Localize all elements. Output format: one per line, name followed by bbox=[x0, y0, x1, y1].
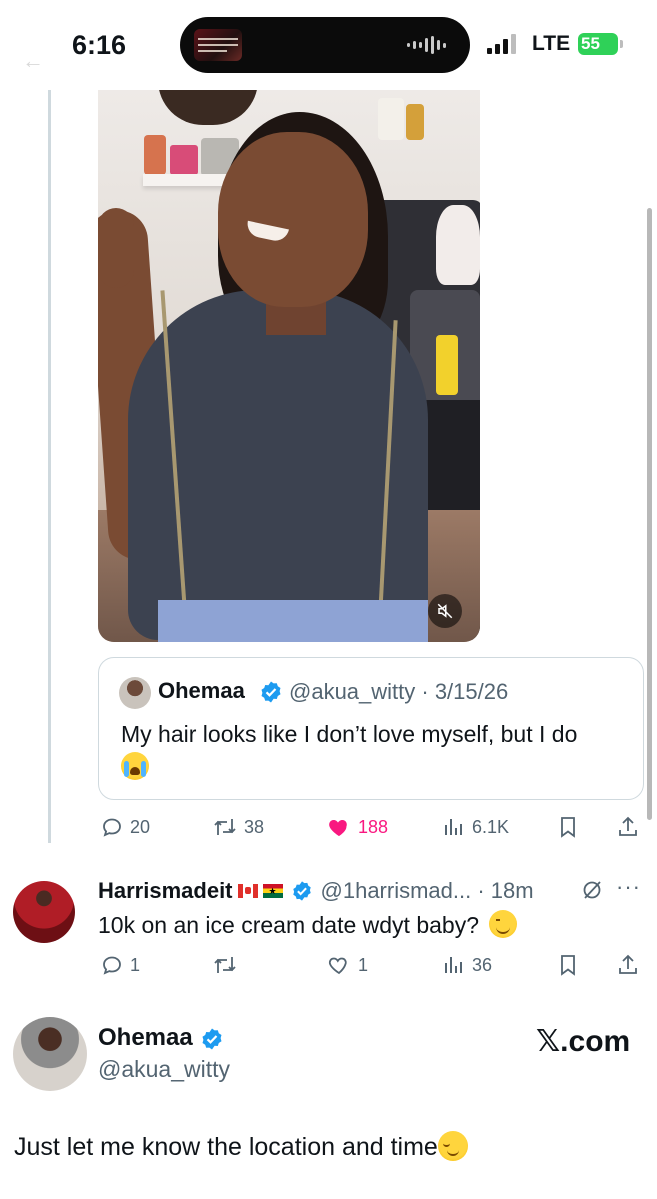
smiling-emoji-icon bbox=[489, 910, 518, 938]
quoted-post-text: My hair looks like I don’t love myself, … bbox=[121, 718, 631, 784]
bookmark-icon bbox=[561, 817, 575, 838]
mute-icon bbox=[437, 603, 453, 619]
reply-handle-time: @1harrismad... · 18m bbox=[320, 878, 534, 903]
audio-waveform-icon bbox=[407, 36, 446, 54]
like-button[interactable]: 1 bbox=[326, 950, 368, 980]
crying-emoji-icon bbox=[121, 752, 149, 780]
reply-author-name: Harrismadeit bbox=[98, 878, 233, 903]
views-count: 6.1K bbox=[472, 816, 510, 837]
share-button[interactable] bbox=[616, 812, 640, 842]
quoted-handle-date: @akua_witty · 3/15/26 bbox=[289, 679, 509, 704]
bookmark-icon bbox=[561, 955, 575, 976]
back-arrow-icon[interactable]: ← bbox=[22, 48, 44, 74]
author-name: Ohemaa bbox=[98, 1024, 193, 1051]
now-playing-artwork bbox=[194, 29, 242, 61]
share-icon bbox=[619, 954, 637, 974]
views-icon bbox=[445, 957, 462, 973]
reply-button[interactable]: 1 bbox=[100, 950, 140, 980]
reply-icon bbox=[103, 956, 121, 975]
cellular-signal-icon bbox=[487, 32, 516, 54]
repost-button[interactable]: 38 bbox=[212, 812, 264, 842]
video-person-hand bbox=[98, 208, 134, 288]
avatar[interactable] bbox=[13, 881, 75, 943]
battery-indicator: 55 bbox=[578, 33, 618, 55]
views-button[interactable]: 6.1K bbox=[442, 812, 509, 842]
views-icon bbox=[445, 819, 462, 835]
repost-icon bbox=[214, 957, 236, 973]
verified-icon bbox=[261, 681, 281, 703]
grok-icon[interactable] bbox=[580, 878, 604, 902]
network-type: LTE bbox=[532, 32, 571, 55]
bookmark-button[interactable] bbox=[556, 812, 580, 842]
reply-icon bbox=[103, 818, 121, 837]
ghana-flag-icon bbox=[262, 884, 283, 898]
video-shelf-item bbox=[144, 135, 166, 175]
battery-tip-icon bbox=[620, 40, 623, 48]
repost-count: 38 bbox=[244, 816, 265, 837]
views-count: 36 bbox=[472, 954, 493, 975]
verified-icon bbox=[292, 881, 311, 901]
canada-flag-icon bbox=[237, 884, 258, 898]
like-count: 188 bbox=[358, 816, 389, 837]
status-bar: ← 6:16 LTE 55 bbox=[0, 0, 657, 90]
views-button[interactable]: 36 bbox=[442, 950, 492, 980]
x-watermark: 𝕏.com bbox=[536, 1025, 631, 1058]
reply-action-bar: 1 1 36 bbox=[98, 950, 643, 980]
repost-icon bbox=[214, 819, 236, 835]
video-bottle bbox=[436, 335, 458, 395]
author-handle: @akua_witty bbox=[98, 1056, 231, 1082]
scroll-indicator[interactable] bbox=[647, 208, 652, 820]
more-icon[interactable]: ··· bbox=[616, 874, 641, 900]
post-text-content: Just let me know the location and time bbox=[14, 1133, 438, 1161]
like-count: 1 bbox=[358, 954, 369, 975]
video-shelf-item bbox=[170, 145, 198, 175]
avatar[interactable] bbox=[119, 677, 151, 709]
share-button[interactable] bbox=[616, 950, 640, 980]
post-text: Just let me know the location and time bbox=[14, 1130, 468, 1164]
relieved-emoji-icon bbox=[437, 1131, 468, 1161]
reply-text: 10k on an ice cream date wdyt baby? bbox=[98, 908, 518, 942]
video-shelf-item bbox=[378, 98, 404, 140]
quoted-author-name: Ohemaa bbox=[158, 678, 245, 703]
avatar[interactable] bbox=[13, 1017, 87, 1091]
status-time: 6:16 bbox=[72, 30, 127, 60]
video-person-face bbox=[218, 132, 368, 307]
reply-button[interactable]: 20 bbox=[100, 812, 150, 842]
reply-header: Harrismadeit @1harrismad... · 18m bbox=[98, 876, 534, 906]
post-action-bar: 20 38 188 6.1K bbox=[98, 812, 643, 842]
reply-count: 1 bbox=[130, 954, 141, 975]
repost-button[interactable] bbox=[212, 950, 244, 980]
video-shelf-item bbox=[406, 104, 424, 140]
mute-button[interactable] bbox=[428, 594, 462, 628]
dynamic-island[interactable] bbox=[180, 17, 470, 73]
video-person-jeans bbox=[158, 600, 428, 642]
share-icon bbox=[619, 816, 637, 836]
quoted-post-text-content: My hair looks like I don’t love myself, … bbox=[121, 721, 578, 747]
reply-text-content: 10k on an ice cream date wdyt baby? bbox=[98, 912, 480, 938]
thread-connector-line bbox=[48, 90, 51, 843]
reply-count: 20 bbox=[130, 816, 151, 837]
like-icon bbox=[328, 957, 347, 975]
bookmark-button[interactable] bbox=[556, 950, 580, 980]
quoted-post-card[interactable]: Ohemaa @akua_witty · 3/15/26 My hair loo… bbox=[98, 657, 644, 800]
app-screen: ← 6:16 LTE 55 Ohemaa @akua_witty · 3/15/… bbox=[0, 0, 657, 1199]
post-video[interactable] bbox=[98, 90, 480, 642]
like-button[interactable]: 188 bbox=[326, 812, 388, 842]
verified-icon bbox=[202, 1028, 222, 1050]
like-icon bbox=[329, 820, 347, 836]
video-mannequin bbox=[436, 205, 480, 285]
